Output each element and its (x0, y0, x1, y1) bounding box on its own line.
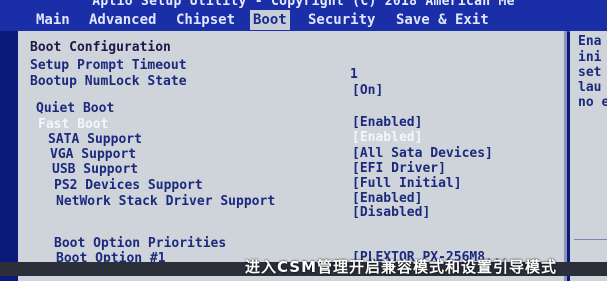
tab-advanced[interactable]: Advanced (89, 10, 156, 30)
setup-prompt-timeout-value[interactable]: 1 (350, 67, 358, 82)
fast-boot-label[interactable]: Fast Boot (38, 117, 108, 132)
vga-support-label[interactable]: VGA Support (50, 147, 136, 162)
boot-settings-panel: Boot Configuration Setup Prompt Timeout … (18, 31, 567, 281)
caption-overlay: 进入CSM管理开启兼容模式和设置引导模式 (245, 258, 558, 276)
network-stack-support-value[interactable]: [Disabled] (352, 205, 430, 220)
tab-bar: Main Advanced Chipset Boot Security Save… (0, 9, 607, 32)
vga-support-value[interactable]: [EFI Driver] (352, 161, 446, 176)
help-line: Ena (578, 34, 602, 49)
ps2-devices-support-value[interactable]: [Enabled] (352, 191, 422, 206)
help-line: lau (578, 80, 602, 95)
boot-option-priorities-heading: Boot Option Priorities (54, 236, 227, 251)
usb-support-label[interactable]: USB Support (52, 162, 138, 177)
tab-save-exit[interactable]: Save & Exit (396, 10, 489, 30)
tab-main[interactable]: Main (36, 10, 70, 30)
bootup-numlock-value[interactable]: [On] (352, 83, 383, 98)
window-title: Aptio Setup Utility - Copyright (C) 2018… (0, 0, 607, 9)
quiet-boot-label[interactable]: Quiet Boot (36, 101, 114, 116)
quiet-boot-value[interactable]: [Enabled] (352, 115, 422, 130)
help-panel: Ena ini set lau no e (570, 31, 607, 281)
left-border (0, 31, 18, 276)
fast-boot-value[interactable]: [Enabled] (352, 130, 422, 145)
usb-support-value[interactable]: [Full Initial] (352, 176, 462, 191)
boot-configuration-heading: Boot Configuration (30, 40, 171, 55)
help-line: ini (578, 50, 602, 65)
tab-security[interactable]: Security (308, 10, 375, 30)
help-line: set (578, 65, 602, 80)
sata-support-label[interactable]: SATA Support (48, 132, 142, 147)
sata-support-value[interactable]: [All Sata Devices] (352, 146, 493, 161)
network-stack-support-label[interactable]: NetWork Stack Driver Support (56, 194, 275, 209)
setup-prompt-timeout-label[interactable]: Setup Prompt Timeout (30, 58, 187, 73)
tab-boot[interactable]: Boot (250, 10, 290, 30)
tab-chipset[interactable]: Chipset (176, 10, 235, 30)
bootup-numlock-label[interactable]: Bootup NumLock State (30, 74, 187, 89)
help-line: no e (578, 95, 607, 110)
ps2-devices-support-label[interactable]: PS2 Devices Support (54, 178, 203, 193)
help-divider (574, 239, 607, 240)
